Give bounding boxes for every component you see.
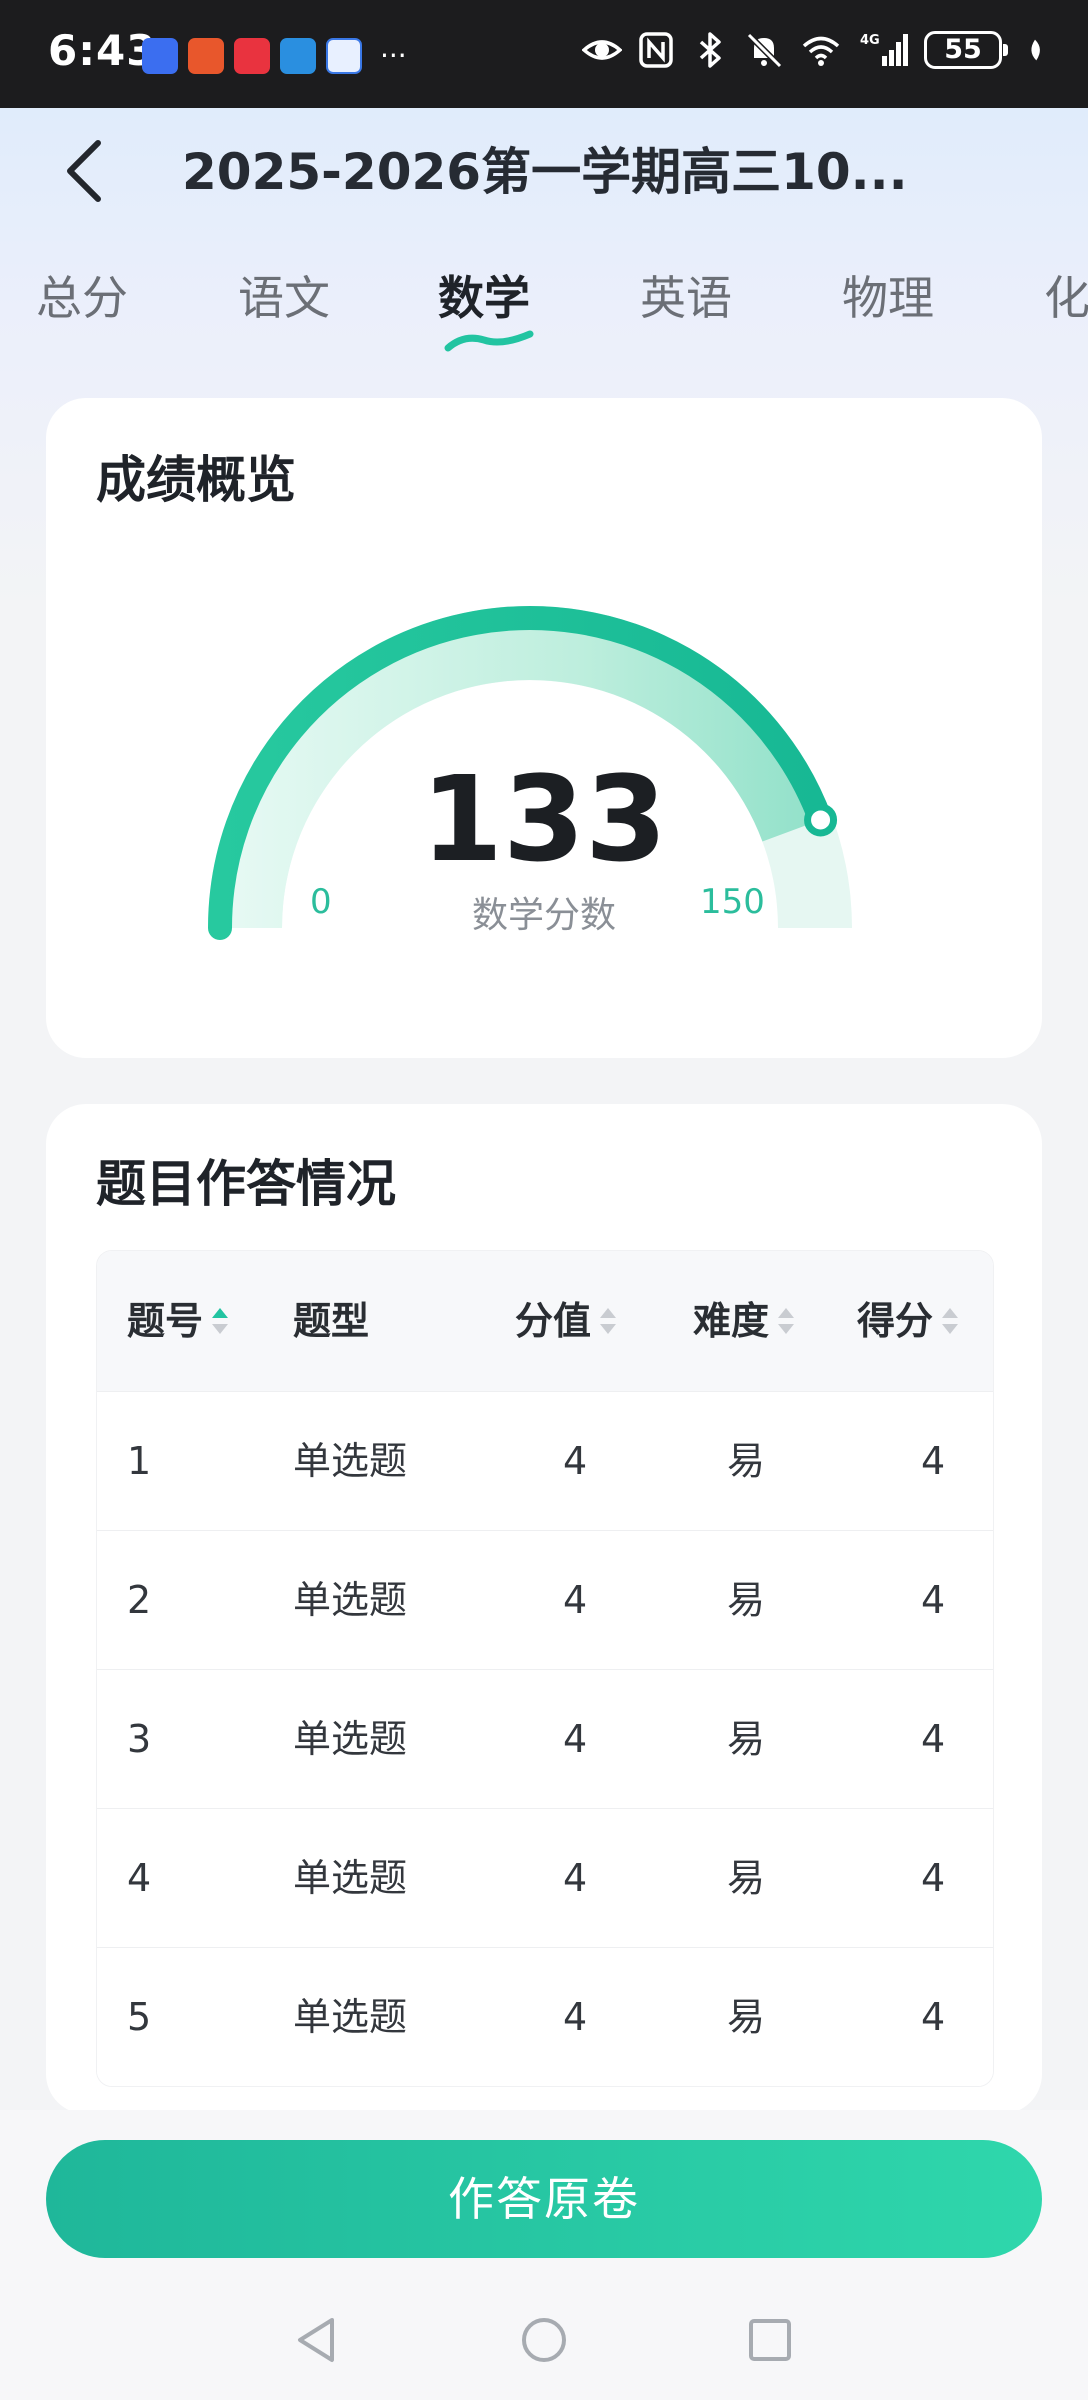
gauge-min-label: 0 xyxy=(310,882,332,922)
triangle-back-icon xyxy=(298,2318,334,2362)
table-header: 题号 题型 分值 难度 得分 xyxy=(97,1251,993,1392)
cell-question-number: 2 xyxy=(127,1578,152,1622)
back-button[interactable] xyxy=(54,136,114,206)
nav-recents-button[interactable] xyxy=(740,2300,800,2380)
app-notification-icon xyxy=(188,38,224,74)
table-row[interactable]: 5 单选题 4 易 4 xyxy=(97,1948,993,2086)
answers-table: 题号 题型 分值 难度 得分 1 单选题 4 易 4 2 单选题 4 易 4 3… xyxy=(96,1250,994,2087)
sort-icon xyxy=(600,1308,617,1334)
column-question-number[interactable]: 题号 xyxy=(127,1251,231,1391)
table-row[interactable]: 3 单选题 4 易 4 xyxy=(97,1670,993,1809)
tab-english[interactable]: 英语 xyxy=(640,262,732,328)
wifi-icon xyxy=(802,36,840,66)
nav-back-button[interactable] xyxy=(286,2300,346,2380)
cell-question-number: 1 xyxy=(127,1439,152,1483)
nfc-icon xyxy=(639,32,673,68)
view-answer-sheet-button[interactable]: 作答原卷 xyxy=(46,2140,1042,2258)
column-question-type: 题型 xyxy=(293,1251,369,1391)
cell-question-number: 4 xyxy=(127,1856,152,1900)
app-notification-icon xyxy=(234,38,270,74)
gauge-max-label: 150 xyxy=(700,882,765,922)
svg-text:4G: 4G xyxy=(860,33,880,48)
status-bar: 6:43 ··· 4G 55 xyxy=(0,0,1088,108)
app-notification-icon xyxy=(326,38,362,74)
app-notification-icon xyxy=(142,38,178,74)
tab-chemistry[interactable]: 化 xyxy=(1044,262,1088,328)
subject-tabs: 总分 语文 数学 英语 物理 化 xyxy=(0,262,1088,372)
status-app-icons: ··· xyxy=(142,38,407,74)
app-notification-icon xyxy=(280,38,316,74)
column-difficulty[interactable]: 难度 xyxy=(693,1251,797,1391)
signal-icon: 4G xyxy=(860,33,908,66)
leaf-icon xyxy=(1031,39,1040,61)
tab-total[interactable]: 总分 xyxy=(36,262,128,328)
column-label: 得分 xyxy=(857,1299,934,1343)
gauge-chart xyxy=(208,605,852,940)
table-row[interactable]: 1 单选题 4 易 4 xyxy=(97,1392,993,1531)
sort-icon xyxy=(778,1308,795,1334)
answers-title: 题目作答情况 xyxy=(96,1155,396,1213)
cell-difficulty: 易 xyxy=(727,1578,766,1622)
cell-points: 4 xyxy=(563,1856,588,1900)
cell-score: 4 xyxy=(921,1995,946,2039)
column-score[interactable]: 得分 xyxy=(857,1251,961,1391)
column-label: 难度 xyxy=(693,1299,770,1343)
bluetooth-icon xyxy=(699,32,721,68)
cell-points: 4 xyxy=(563,1717,588,1761)
cell-question-number: 3 xyxy=(127,1717,152,1761)
cell-question-type: 单选题 xyxy=(293,1995,408,2039)
system-nav-bar xyxy=(0,2300,1088,2380)
sort-asc-icon xyxy=(212,1308,229,1334)
cell-score: 4 xyxy=(921,1717,946,1761)
cell-points: 4 xyxy=(563,1995,588,2039)
mute-bell-icon xyxy=(746,32,783,69)
table-row[interactable]: 2 单选题 4 易 4 xyxy=(97,1531,993,1670)
column-label: 题型 xyxy=(293,1299,370,1343)
math-score: 133 xyxy=(420,750,668,888)
active-tab-indicator xyxy=(444,330,534,352)
cell-difficulty: 易 xyxy=(727,1856,766,1900)
question-answers-card: 题目作答情况 题号 题型 分值 难度 得分 1 单选题 4 易 4 2 单选题 … xyxy=(46,1104,1042,2114)
cell-points: 4 xyxy=(563,1578,588,1622)
tab-math[interactable]: 数学 xyxy=(438,262,530,328)
cell-question-type: 单选题 xyxy=(293,1578,408,1622)
score-overview-card: 成绩概览 133 数学分数 0 150 xyxy=(46,398,1042,1058)
cell-score: 4 xyxy=(921,1439,946,1483)
column-label: 分值 xyxy=(515,1299,592,1343)
cell-score: 4 xyxy=(921,1578,946,1622)
battery-icon: 55 xyxy=(924,31,1008,69)
circle-home-icon xyxy=(522,2318,566,2362)
tab-physics[interactable]: 物理 xyxy=(842,262,934,328)
table-row[interactable]: 4 单选题 4 易 4 xyxy=(97,1809,993,1948)
cell-difficulty: 易 xyxy=(727,1717,766,1761)
cell-question-type: 单选题 xyxy=(293,1856,408,1900)
column-points[interactable]: 分值 xyxy=(515,1251,619,1391)
nav-home-button[interactable] xyxy=(514,2300,574,2380)
status-time: 6:43 xyxy=(48,26,157,75)
tab-chinese[interactable]: 语文 xyxy=(238,262,330,328)
column-label: 题号 xyxy=(127,1299,204,1343)
score-gauge: 133 数学分数 0 150 xyxy=(46,398,1042,1058)
cell-score: 4 xyxy=(921,1856,946,1900)
eye-icon xyxy=(582,40,622,60)
cell-points: 4 xyxy=(563,1439,588,1483)
sort-icon xyxy=(942,1308,959,1334)
cell-difficulty: 易 xyxy=(727,1439,766,1483)
cell-question-type: 单选题 xyxy=(293,1717,408,1761)
status-indicators: 4G 55 xyxy=(582,30,1048,70)
cell-difficulty: 易 xyxy=(727,1995,766,2039)
cell-question-type: 单选题 xyxy=(293,1439,408,1483)
cell-question-number: 5 xyxy=(127,1995,152,2039)
chevron-left-icon xyxy=(67,140,101,202)
status-more-icon: ··· xyxy=(380,39,407,72)
math-score-label: 数学分数 xyxy=(471,895,616,936)
square-recents-icon xyxy=(749,2319,791,2361)
page-title: 2025-2026第一学期高三10... xyxy=(182,143,908,201)
